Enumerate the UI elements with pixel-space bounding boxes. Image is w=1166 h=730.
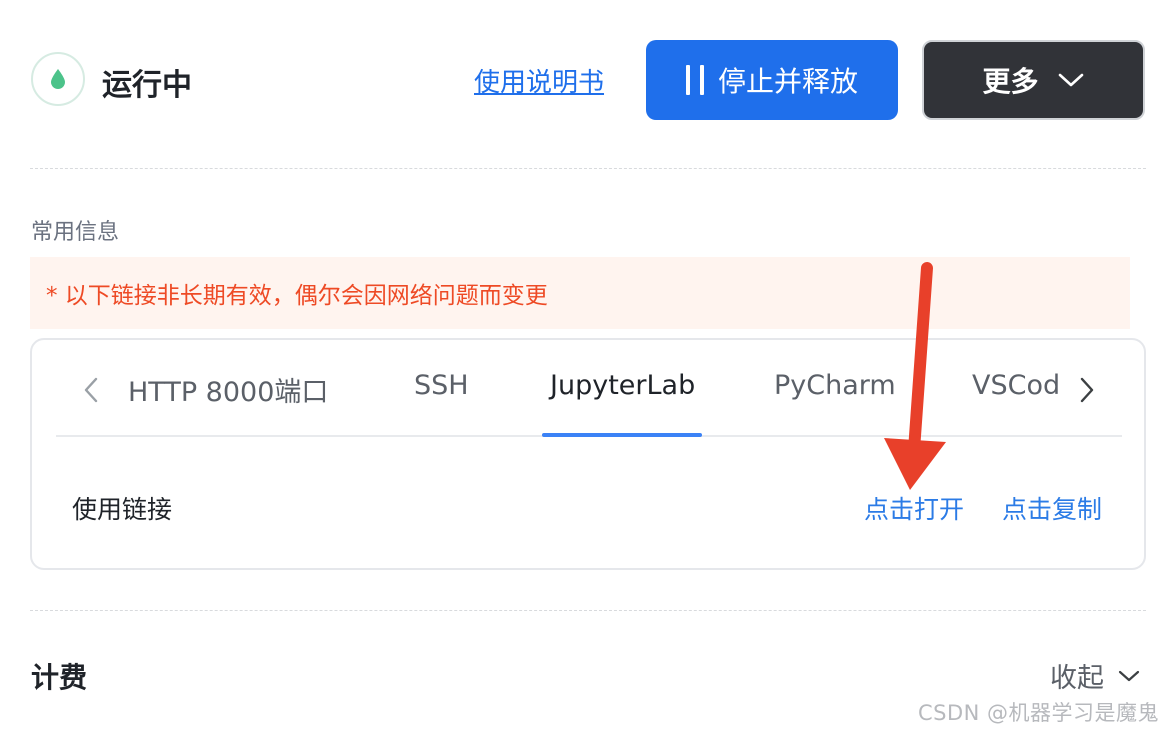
copy-link-button[interactable]: 点击复制 xyxy=(1002,490,1102,526)
stop-and-release-button[interactable]: 停止并释放 xyxy=(646,40,898,120)
header: 运行中 使用说明书 停止并释放 更多 xyxy=(0,0,1166,150)
more-button[interactable]: 更多 xyxy=(922,40,1145,120)
tab-scroll-left[interactable] xyxy=(76,370,106,410)
droplet-icon xyxy=(51,69,65,89)
manual-link[interactable]: 使用说明书 xyxy=(474,62,604,99)
active-tab-indicator xyxy=(542,433,702,437)
chevron-right-icon xyxy=(1080,377,1094,403)
section-title: 常用信息 xyxy=(31,220,120,245)
tab-list: HTTP 8000端口 SSH JupyterLab PyCharm VSCod… xyxy=(112,360,1058,438)
tab-pycharm[interactable]: PyCharm xyxy=(774,370,896,401)
tab-vscode[interactable]: VSCode xyxy=(972,370,1058,401)
open-link-button[interactable]: 点击打开 xyxy=(864,490,964,526)
watermark: CSDN @机器学习是魔鬼 xyxy=(918,701,1160,725)
chevron-down-icon xyxy=(1118,670,1140,681)
tab-http-8000[interactable]: HTTP 8000端口 xyxy=(128,370,328,409)
notice-text: * 以下链接非长期有效，偶尔会因网络问题而变更 xyxy=(46,283,548,309)
collapse-toggle[interactable]: 收起 xyxy=(1050,656,1140,695)
divider xyxy=(30,168,1146,169)
link-row-label: 使用链接 xyxy=(72,495,173,524)
billing-title: 计费 xyxy=(31,661,88,694)
collapse-label: 收起 xyxy=(1050,663,1104,694)
notice-banner: * 以下链接非长期有效，偶尔会因网络问题而变更 xyxy=(30,257,1130,329)
status-indicator xyxy=(31,52,85,106)
more-button-label: 更多 xyxy=(982,65,1039,98)
connection-card: HTTP 8000端口 SSH JupyterLab PyCharm VSCod… xyxy=(30,338,1146,570)
divider xyxy=(30,610,1146,611)
tab-jupyterlab[interactable]: JupyterLab xyxy=(550,370,695,401)
pause-icon xyxy=(685,65,704,95)
chevron-down-icon xyxy=(1058,73,1083,87)
status-text: 运行中 xyxy=(102,68,192,103)
tab-ssh[interactable]: SSH xyxy=(414,370,469,401)
chevron-left-icon xyxy=(84,377,98,403)
stop-button-label: 停止并释放 xyxy=(717,65,858,98)
tab-scroll-right[interactable] xyxy=(1072,370,1102,410)
